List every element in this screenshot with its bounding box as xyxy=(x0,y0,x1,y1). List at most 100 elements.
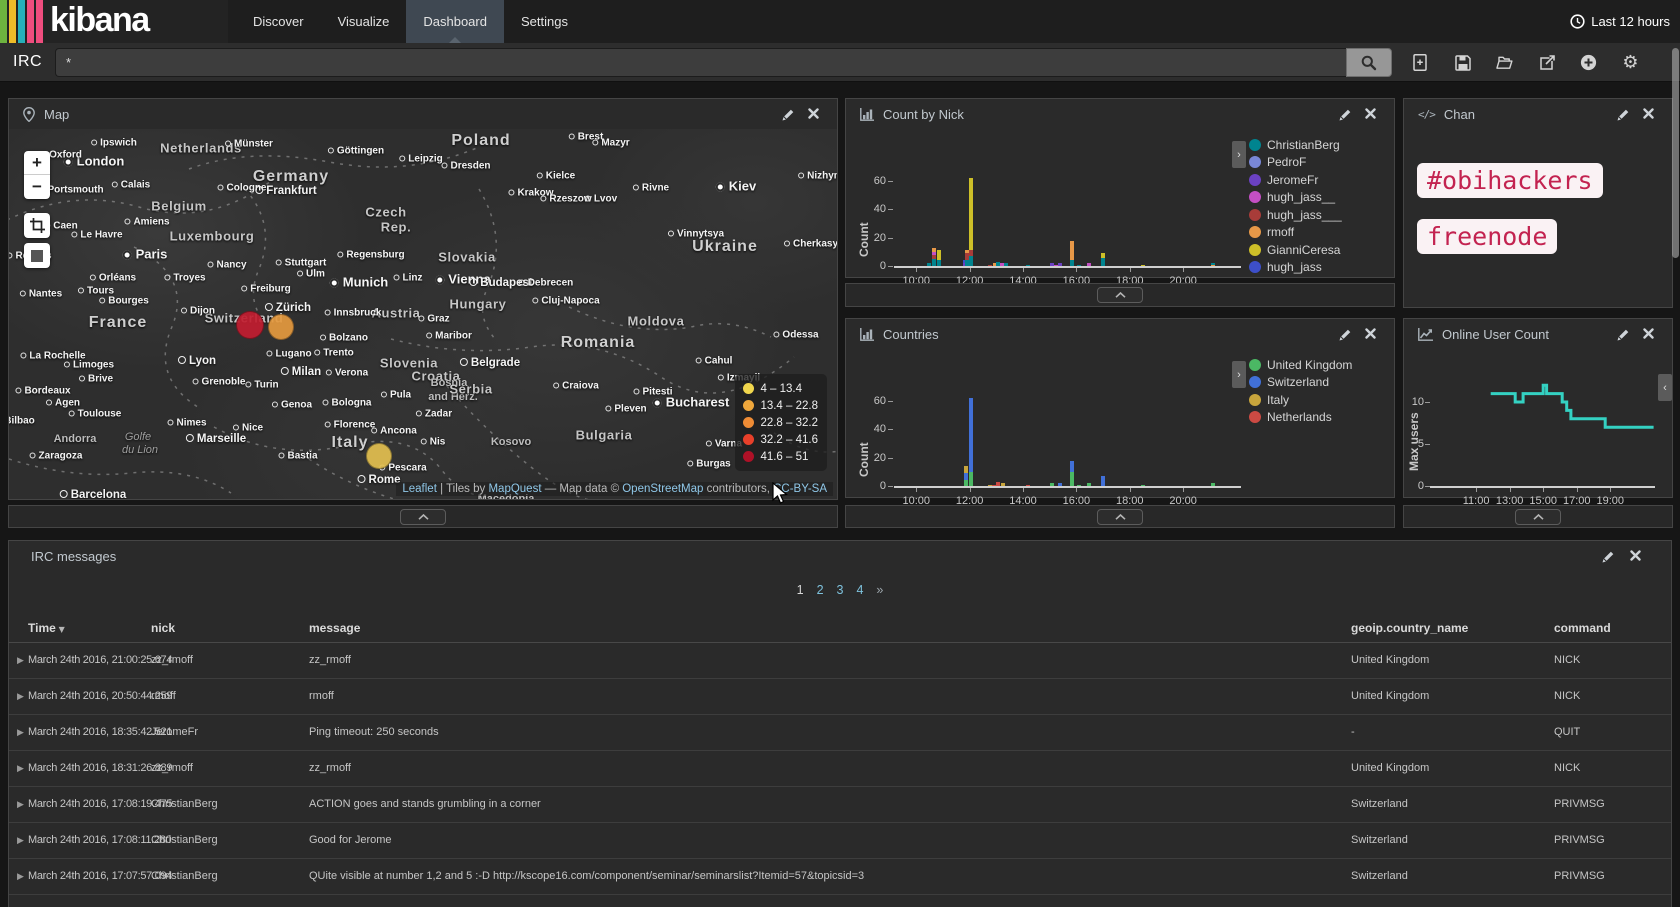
add-visualization-icon[interactable] xyxy=(1580,54,1597,71)
geo-bubble-0[interactable] xyxy=(236,311,264,339)
table-row[interactable]: ▶March 24th 2016, 17:07:57.094ChristianB… xyxy=(9,859,1671,895)
column-header-time[interactable]: Time ▼ xyxy=(28,621,65,635)
legend-item-hugh_jass___[interactable]: hugh_jass___ xyxy=(1249,206,1342,224)
edit-panel-icon[interactable] xyxy=(1339,328,1352,346)
tab-dashboard[interactable]: Dashboard xyxy=(406,0,504,43)
edit-panel-icon[interactable] xyxy=(1617,108,1630,126)
expand-row-icon[interactable]: ▶ xyxy=(17,728,24,738)
panel-countries-header[interactable]: Countries xyxy=(846,319,1394,349)
attribution-link[interactable]: MapQuest xyxy=(488,483,541,495)
column-header-command[interactable]: command xyxy=(1554,621,1611,635)
spy-toggle-button[interactable] xyxy=(1097,287,1143,303)
search-button[interactable] xyxy=(1346,48,1392,77)
stacked-bar[interactable] xyxy=(996,482,1000,486)
expand-row-icon[interactable]: ▶ xyxy=(17,836,24,846)
spy-toggle-button[interactable] xyxy=(400,509,446,525)
table-row[interactable]: ▶March 24th 2016, 18:35:42.521JeromeFrPi… xyxy=(9,715,1671,751)
legend-item-PedroF[interactable]: PedroF xyxy=(1249,154,1342,172)
zoom-out-button[interactable]: − xyxy=(24,175,50,199)
pagination-page-1[interactable]: 1 xyxy=(797,583,804,597)
attribution-link[interactable]: Leaflet xyxy=(402,483,437,495)
stacked-bar[interactable] xyxy=(937,250,941,266)
stacked-bar[interactable] xyxy=(1026,265,1030,266)
stacked-bar[interactable] xyxy=(1054,265,1058,266)
geo-bubble-2[interactable] xyxy=(366,443,392,469)
stacked-bar[interactable] xyxy=(969,398,973,486)
legend-item-hugh_jass[interactable]: hugh_jass xyxy=(1249,259,1342,277)
expand-row-icon[interactable]: ▶ xyxy=(17,692,24,702)
time-picker-button[interactable]: Last 12 hours xyxy=(1570,0,1670,43)
edit-panel-icon[interactable] xyxy=(782,108,795,126)
table-row[interactable]: ▶March 24th 2016, 17:08:19.475ChristianB… xyxy=(9,787,1671,823)
query-input[interactable] xyxy=(55,48,1346,77)
table-row[interactable]: ▶March 24th 2016, 21:00:25.674zz_rmoffzz… xyxy=(9,643,1671,679)
panel-map-header[interactable]: Map xyxy=(9,99,837,129)
stacked-bar[interactable] xyxy=(1077,265,1081,266)
stacked-bar[interactable] xyxy=(1211,483,1215,486)
stacked-bar[interactable] xyxy=(988,265,992,266)
spy-toggle-button[interactable] xyxy=(1515,509,1561,525)
legend-item-rmoff[interactable]: rmoff xyxy=(1249,224,1342,242)
expand-row-icon[interactable]: ▶ xyxy=(17,800,24,810)
zoom-in-button[interactable]: + xyxy=(24,151,50,175)
stacked-bar[interactable] xyxy=(932,248,936,266)
stacked-bar[interactable] xyxy=(1141,485,1145,486)
legend-item-GianniCeresa[interactable]: GianniCeresa xyxy=(1249,241,1342,259)
stacked-bar[interactable] xyxy=(1087,483,1091,486)
scrollbar-thumb[interactable] xyxy=(1672,48,1679,258)
expand-row-icon[interactable]: ▶ xyxy=(17,656,24,666)
geo-bubble-1[interactable] xyxy=(268,314,294,340)
attribution-link[interactable]: OpenStreetMap xyxy=(622,483,703,495)
pagination-page-4[interactable]: 4 xyxy=(856,583,863,597)
edit-panel-icon[interactable] xyxy=(1602,550,1615,568)
pagination-page-3[interactable]: 3 xyxy=(837,583,844,597)
panel-chan-header[interactable]: </> Chan xyxy=(1404,99,1672,129)
pagination-page-2[interactable]: 2 xyxy=(817,583,824,597)
panel-count-by-nick-header[interactable]: Count by Nick xyxy=(846,99,1394,129)
column-header-nick[interactable]: nick xyxy=(151,621,175,635)
edit-panel-icon[interactable] xyxy=(1339,108,1352,126)
legend-item-Italy[interactable]: Italy xyxy=(1249,391,1352,409)
stacked-bar[interactable] xyxy=(1058,483,1062,486)
stacked-bar[interactable] xyxy=(964,466,968,486)
legend-item-United Kingdom[interactable]: United Kingdom xyxy=(1249,356,1352,374)
spy-toggle-button[interactable] xyxy=(1097,509,1143,525)
stacked-bar[interactable] xyxy=(1101,476,1105,486)
close-panel-icon[interactable] xyxy=(808,108,819,122)
stacked-bar[interactable] xyxy=(1077,485,1081,486)
stacked-bar[interactable] xyxy=(969,178,973,266)
stacked-bar[interactable] xyxy=(965,250,969,266)
close-panel-icon[interactable] xyxy=(1630,550,1641,564)
column-header-geoip-country-name[interactable]: geoip.country_name xyxy=(1351,621,1468,635)
panel-online-user-count-header[interactable]: Online User Count xyxy=(1404,319,1672,349)
tab-discover[interactable]: Discover xyxy=(236,0,321,43)
fit-bounds-button[interactable] xyxy=(24,243,50,268)
stacked-bar[interactable] xyxy=(1070,241,1074,266)
legend-item-Switzerland[interactable]: Switzerland xyxy=(1249,374,1352,392)
legend-collapse-button[interactable]: › xyxy=(1232,361,1246,388)
stacked-bar[interactable] xyxy=(1087,263,1091,266)
close-panel-icon[interactable] xyxy=(1643,328,1654,342)
edit-panel-icon[interactable] xyxy=(1617,328,1630,346)
save-icon[interactable] xyxy=(1454,54,1471,71)
legend-item-Netherlands[interactable]: Netherlands xyxy=(1249,409,1352,427)
tile-map[interactable]: NetherlandsPolandGermanyBelgiumLuxembour… xyxy=(9,129,837,499)
stacked-bar[interactable] xyxy=(1050,483,1054,486)
stacked-bar[interactable] xyxy=(1004,263,1008,266)
expand-row-icon[interactable]: ▶ xyxy=(17,872,24,882)
legend-item-JeromeFr[interactable]: JeromeFr xyxy=(1249,171,1342,189)
stacked-bar[interactable] xyxy=(1101,253,1105,266)
pagination-next[interactable]: » xyxy=(876,583,883,597)
close-panel-icon[interactable] xyxy=(1365,108,1376,122)
legend-collapse-button[interactable]: › xyxy=(1232,141,1246,168)
share-icon[interactable] xyxy=(1538,54,1555,71)
table-row[interactable]: ▶March 24th 2016, 17:08:11.280ChristianB… xyxy=(9,823,1671,859)
expand-row-icon[interactable]: ▶ xyxy=(17,764,24,774)
table-row[interactable]: ▶March 24th 2016, 18:31:26.889zz_rmoffzz… xyxy=(9,751,1671,787)
legend-collapse-button[interactable]: ‹ xyxy=(1658,374,1672,401)
close-panel-icon[interactable] xyxy=(1365,328,1376,342)
stacked-bar[interactable] xyxy=(1058,263,1062,266)
table-row[interactable]: ▶March 24th 2016, 20:50:44.259rmoffrmoff… xyxy=(9,679,1671,715)
stacked-bar[interactable] xyxy=(1070,461,1074,486)
open-icon[interactable] xyxy=(1496,54,1513,71)
